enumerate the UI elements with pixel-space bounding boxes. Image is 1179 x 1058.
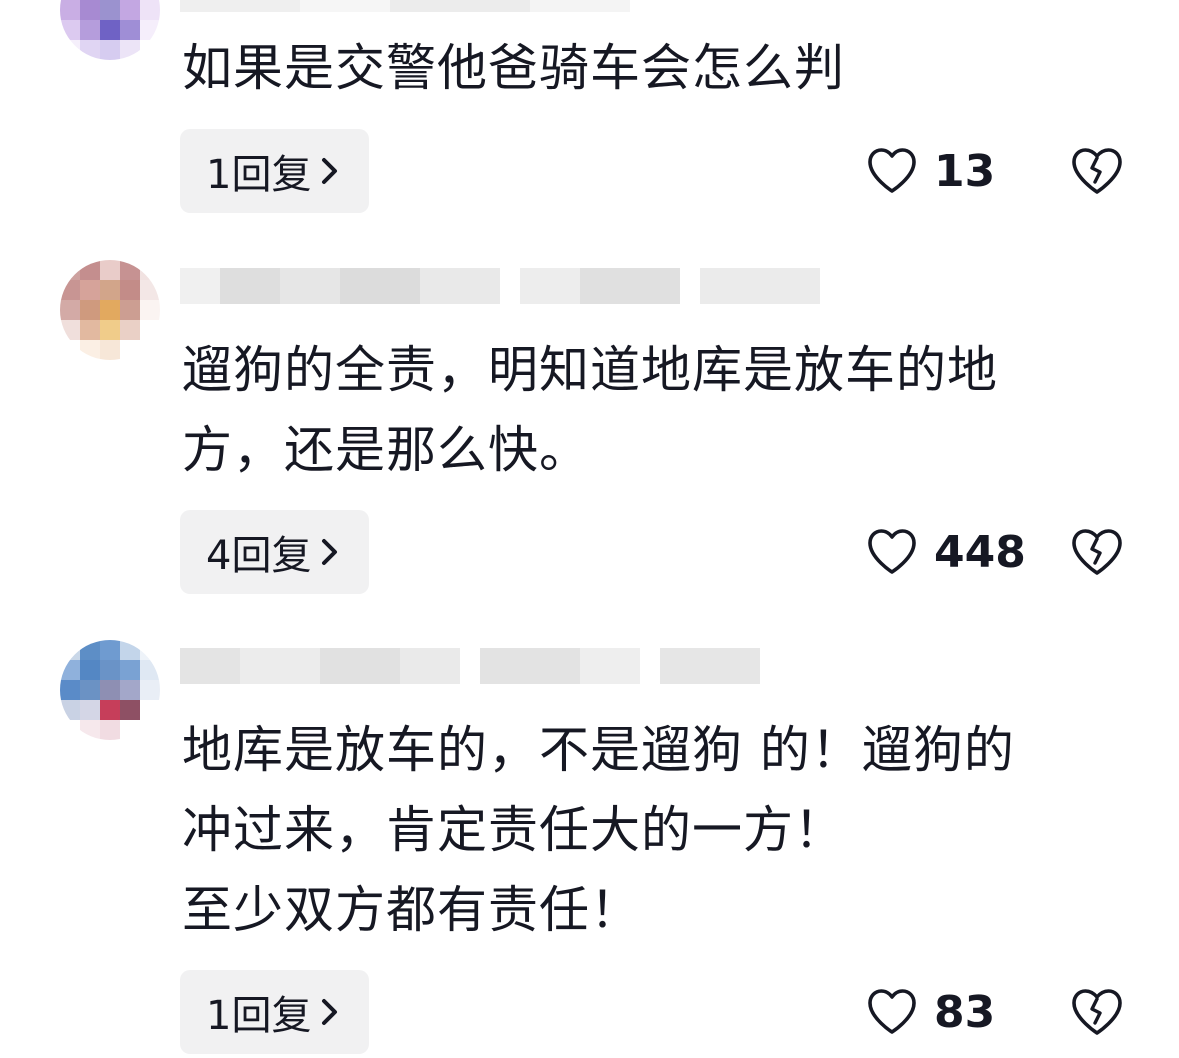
- avatar[interactable]: [60, 640, 160, 740]
- username-blurred[interactable]: [180, 648, 760, 684]
- avatar[interactable]: [60, 260, 160, 360]
- comment-text: 如果是交警他爸骑车会怎么判: [182, 39, 845, 97]
- username-blurred[interactable]: [180, 0, 630, 12]
- heart-outline-icon: [868, 529, 916, 574]
- view-replies-button[interactable]: 4回复: [180, 510, 370, 594]
- avatar[interactable]: [60, 0, 160, 60]
- like-button[interactable]: 448: [866, 526, 1026, 578]
- like-count: 83: [934, 986, 996, 1038]
- reply-count-label: 4回复: [206, 533, 312, 579]
- heart-outline-icon: [868, 148, 916, 193]
- like-count: 13: [934, 145, 996, 197]
- like-button[interactable]: 83: [866, 986, 996, 1038]
- dislike-button[interactable]: [1070, 527, 1124, 577]
- broken-heart-icon: [1072, 529, 1122, 575]
- broken-heart-icon: [1072, 148, 1122, 194]
- like-count: 448: [934, 526, 1026, 578]
- reply-count-label: 1回复: [206, 152, 312, 198]
- dislike-button[interactable]: [1070, 146, 1124, 196]
- view-replies-button[interactable]: 1回复: [180, 129, 370, 213]
- heart-outline-icon: [868, 989, 916, 1034]
- chevron-right-icon: [322, 539, 338, 565]
- comment-text: 遛狗的全责，明知道地库是放车的地 方，还是那么快。: [182, 341, 998, 479]
- like-button[interactable]: 13: [866, 145, 996, 197]
- comment-text: 地库是放车的，不是遛狗 的！遛狗的 冲过来，肯定责任大的一方！ 至少双方都有责任…: [182, 721, 1015, 939]
- dislike-button[interactable]: [1070, 987, 1124, 1037]
- username-blurred[interactable]: [180, 268, 820, 304]
- broken-heart-icon: [1072, 989, 1122, 1035]
- reply-count-label: 1回复: [206, 993, 312, 1039]
- chevron-right-icon: [322, 158, 338, 184]
- chevron-right-icon: [322, 999, 338, 1025]
- view-replies-button[interactable]: 1回复: [180, 970, 370, 1054]
